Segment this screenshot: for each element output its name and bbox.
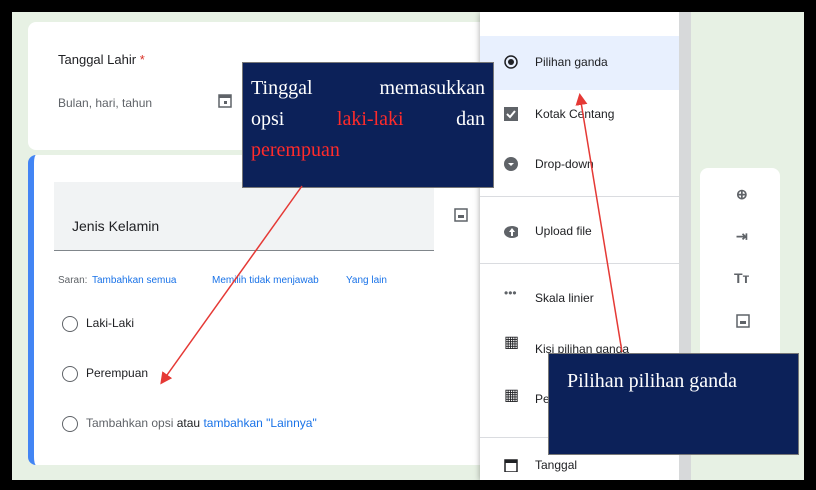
arrow-to-menu-item bbox=[575, 93, 623, 353]
annotation-arrows bbox=[160, 93, 623, 385]
arrow-to-option bbox=[160, 185, 303, 385]
